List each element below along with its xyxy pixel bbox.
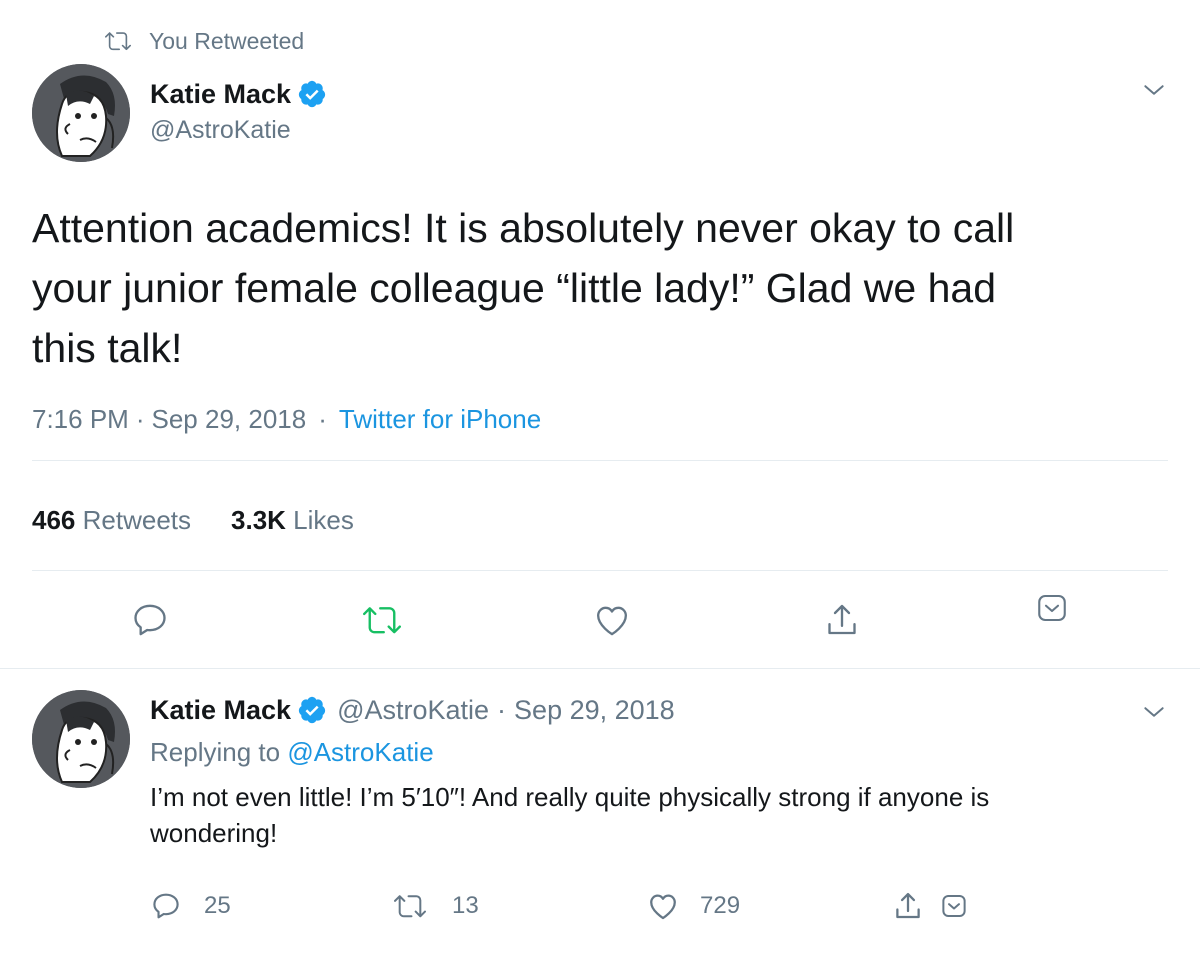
likes-label: Likes <box>293 505 354 535</box>
tweet-source-link[interactable]: Twitter for iPhone <box>339 404 541 435</box>
reply-text-line: I’m not even little! I’m 5′10″! And real… <box>150 782 990 812</box>
chevron-down-icon <box>1144 707 1164 717</box>
retweet-icon <box>394 895 426 918</box>
reply-action-dm[interactable] <box>934 886 974 926</box>
retweet-count: 13 <box>452 892 479 919</box>
reply-count: 25 <box>204 892 231 919</box>
tweet-text-line: your junior female colleague “little lad… <box>32 265 997 311</box>
divider <box>0 668 1200 669</box>
avatar[interactable] <box>32 64 130 162</box>
share-button[interactable] <box>818 596 866 644</box>
tweet-text-line: this talk! <box>32 325 183 371</box>
retweets-stat[interactable]: 466 Retweets <box>32 505 191 536</box>
author-handle[interactable]: @AstroKatie <box>150 116 291 145</box>
likes-stat[interactable]: 3.3K Likes <box>231 505 354 536</box>
retweet-icon <box>363 607 401 634</box>
retweet-button[interactable] <box>358 596 406 644</box>
dm-button[interactable] <box>1030 586 1074 630</box>
verified-badge-icon <box>297 695 327 725</box>
author-name[interactable]: Katie Mack <box>150 76 327 112</box>
retweets-label: Retweets <box>82 505 192 535</box>
share-icon <box>896 892 920 919</box>
like-button[interactable] <box>588 596 636 644</box>
retweet-context-label: You Retweeted <box>149 27 305 54</box>
like-icon <box>650 894 676 920</box>
reply-action-retweet[interactable]: 13 <box>394 886 479 926</box>
meta-separator: · <box>135 404 145 434</box>
tweet-stats: 466 Retweets 3.3K Likes <box>32 505 354 536</box>
like-count: 729 <box>700 892 741 919</box>
verified-badge-icon <box>297 79 327 109</box>
like-icon <box>597 606 627 636</box>
reply-action-reply[interactable]: 25 <box>150 886 231 926</box>
dm-icon <box>942 895 966 917</box>
reply-icon <box>134 604 166 636</box>
reply-avatar[interactable] <box>32 690 130 788</box>
reply-author-handle[interactable]: @AstroKatie <box>337 695 489 726</box>
tweet-time[interactable]: 7:16 PM <box>32 404 129 435</box>
share-icon <box>828 604 856 635</box>
tweet-text: Attention academics! It is absolutely ne… <box>32 198 1014 378</box>
tweet-meta: 7:16 PM · Sep 29, 2018 · Twitter for iPh… <box>32 404 541 435</box>
reply-action-share[interactable] <box>888 886 928 926</box>
retweet-context: You Retweeted <box>105 26 304 56</box>
more-options-button[interactable] <box>1138 74 1170 106</box>
reply-icon <box>153 893 179 919</box>
reply-header: Katie Mack @AstroKatie · Sep 29, 2018 <box>150 692 675 728</box>
reply-text: I’m not even little! I’m 5′10″! And real… <box>150 779 989 851</box>
replying-to: Replying to @AstroKatie <box>150 737 434 768</box>
replying-to-label: Replying to <box>150 737 281 767</box>
divider <box>32 570 1168 571</box>
reply-author-name[interactable]: Katie Mack <box>150 695 291 726</box>
replying-to-link[interactable]: @AstroKatie <box>287 737 433 767</box>
retweet-icon <box>105 28 131 54</box>
tweet-date[interactable]: Sep 29, 2018 <box>152 404 307 435</box>
reply-action-like[interactable]: 729 <box>646 886 740 926</box>
meta-separator: · <box>318 404 327 434</box>
author-display-name[interactable]: Katie Mack <box>150 79 291 110</box>
reply-more-options-button[interactable] <box>1138 696 1170 728</box>
likes-count: 3.3K <box>231 505 286 535</box>
chevron-down-icon <box>1144 85 1164 95</box>
reply-text-line: wondering! <box>150 818 278 848</box>
dm-icon <box>1038 594 1066 622</box>
divider <box>32 460 1168 461</box>
reply-date[interactable]: Sep 29, 2018 <box>514 695 675 726</box>
tweet-text-line: Attention academics! It is absolutely ne… <box>32 205 1015 251</box>
reply-button[interactable] <box>126 596 174 644</box>
meta-separator: · <box>497 694 507 725</box>
retweets-count: 466 <box>32 505 76 535</box>
